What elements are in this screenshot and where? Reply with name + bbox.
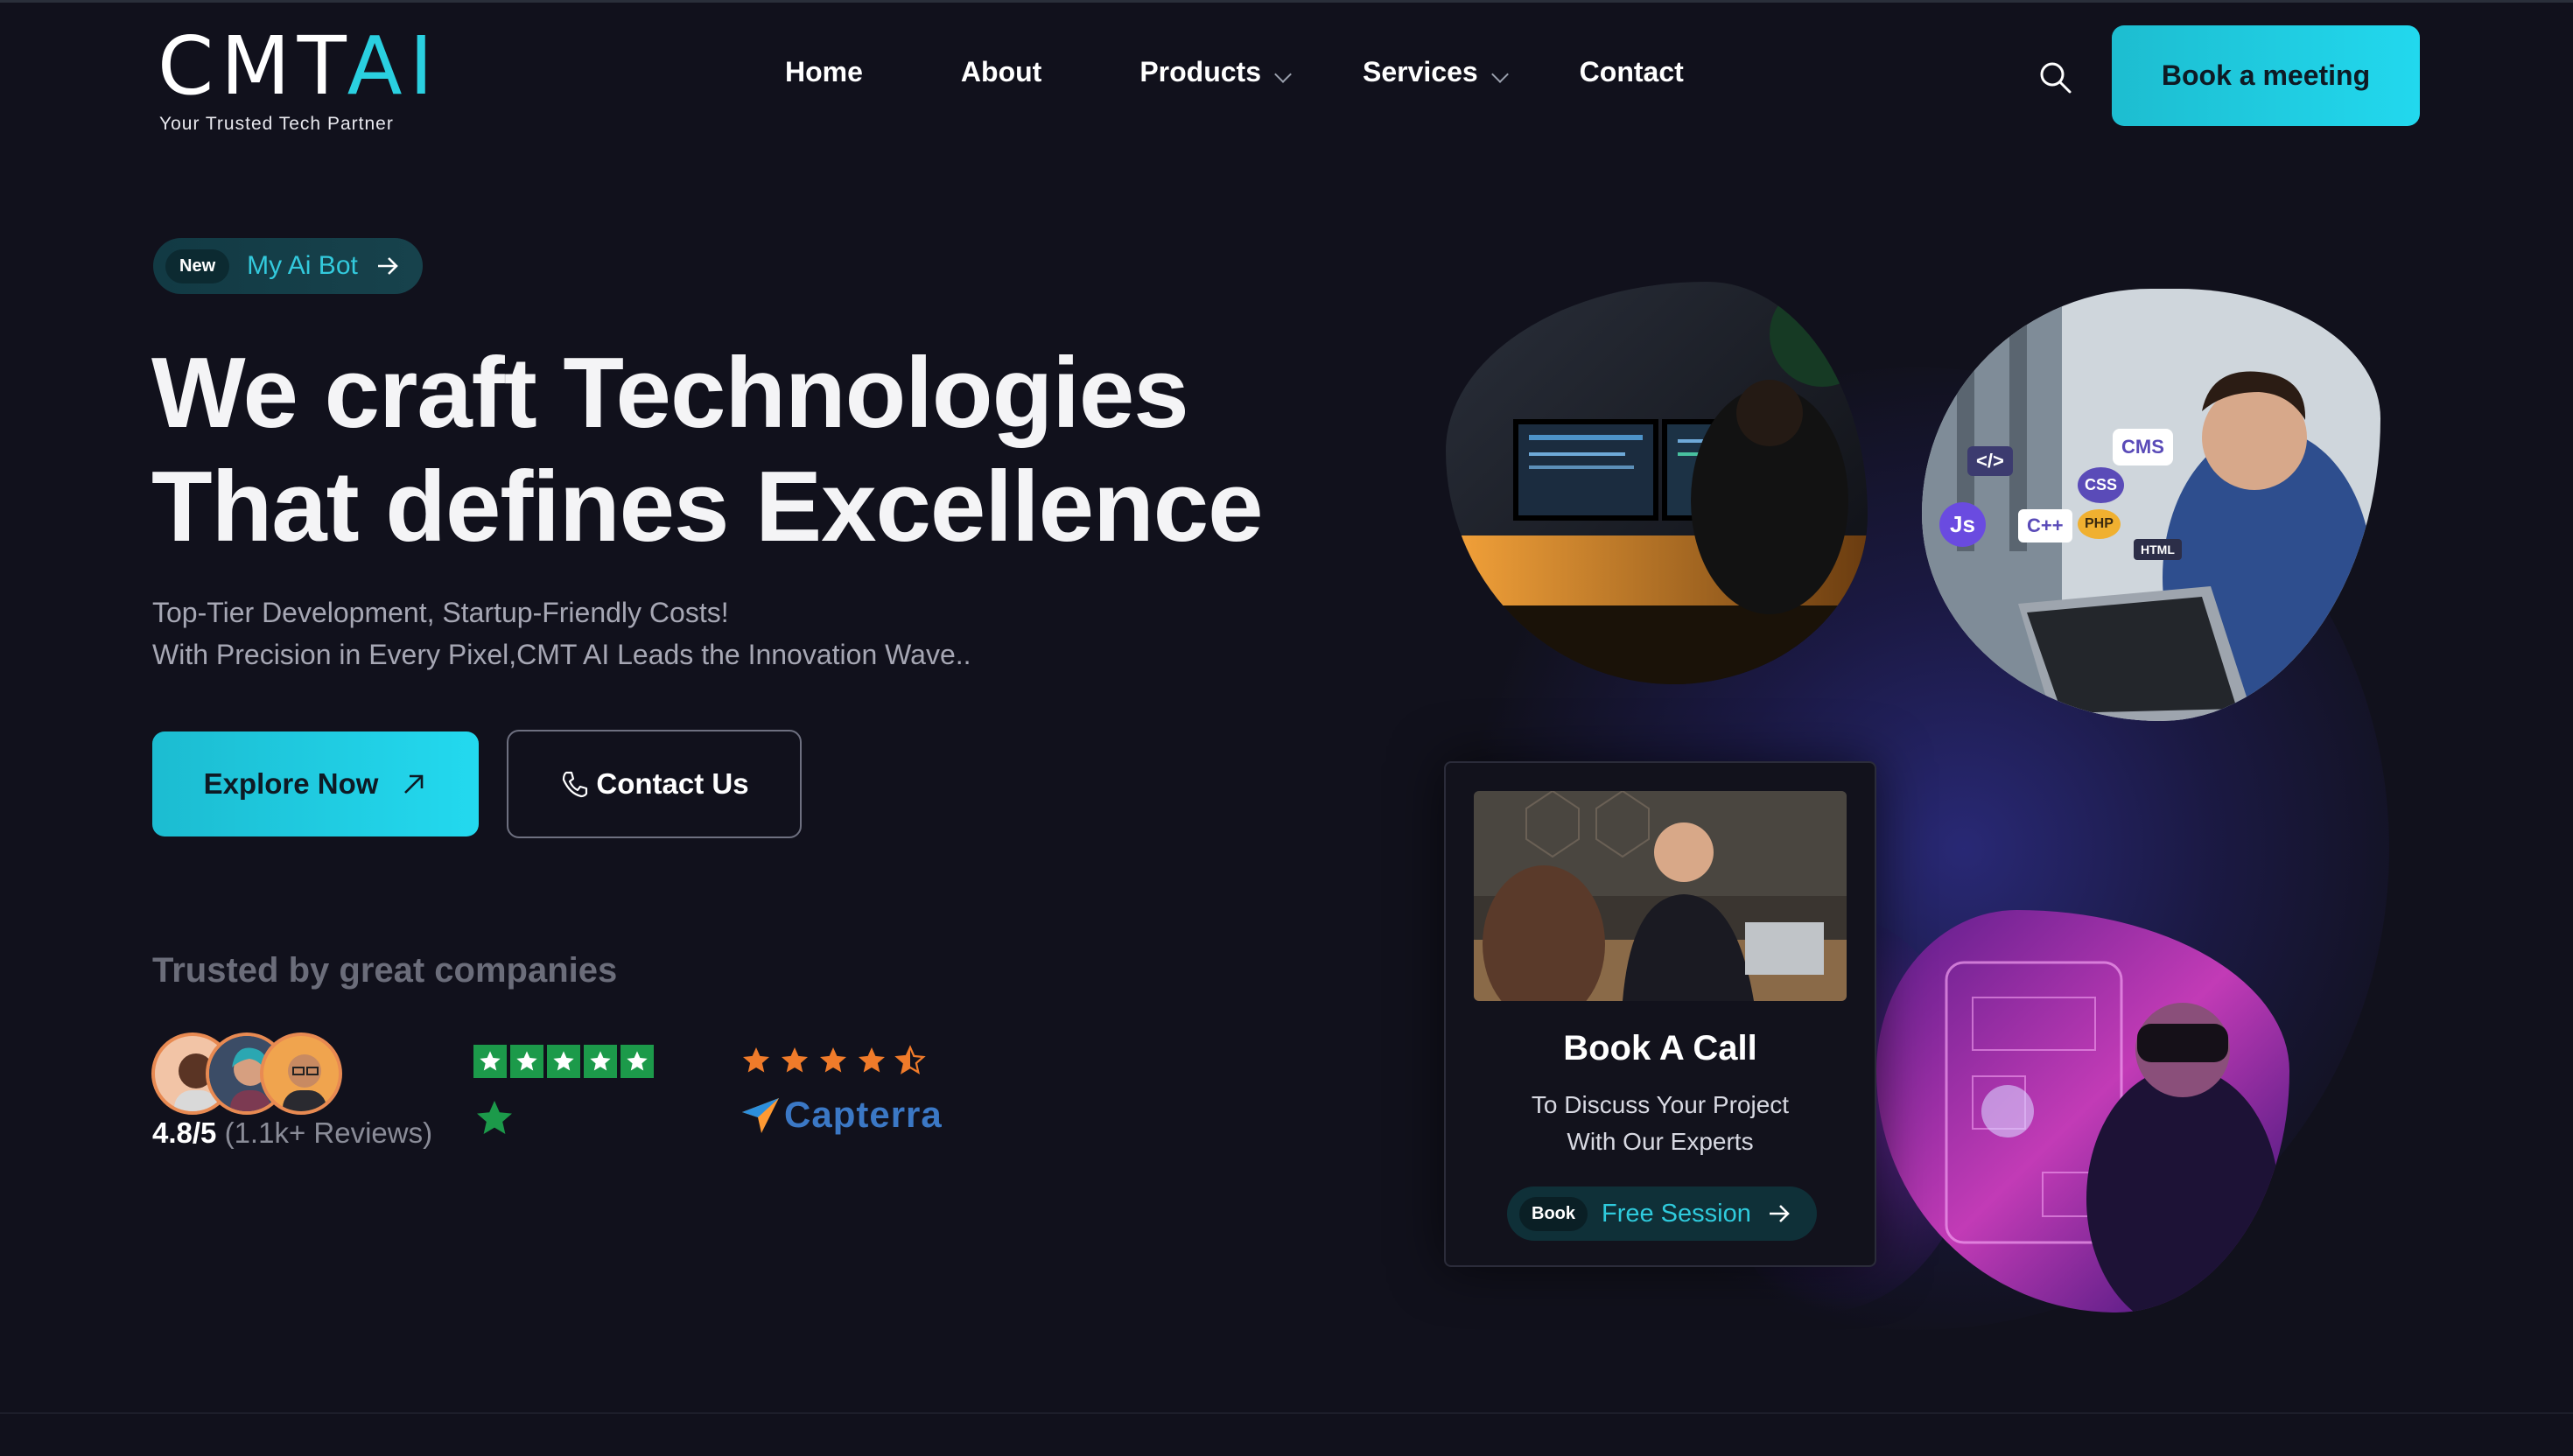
book-meeting-button[interactable]: Book a meeting (2112, 25, 2420, 126)
capterra-logo: Capterra (740, 1094, 943, 1136)
star-icon (782, 1047, 808, 1073)
star-icon (620, 1045, 654, 1078)
free-session-label: Free Session (1602, 1199, 1751, 1228)
capterra-stars (740, 1045, 926, 1076)
code-tag: Js (1939, 502, 1986, 547)
hero-headline: We craft Technologies That defines Excel… (151, 337, 1264, 564)
new-feature-pill[interactable]: New My Ai Bot (153, 238, 423, 294)
rating-reviews: (1.1k+ Reviews) (224, 1116, 433, 1149)
code-tag: </> (1967, 446, 2013, 476)
hero-subtext: Top-Tier Development, Startup-Friendly C… (152, 592, 971, 676)
arrow-right-icon (1769, 1205, 1790, 1222)
trustpilot-stars (473, 1045, 654, 1078)
trusted-heading: Trusted by great companies (152, 951, 618, 990)
nav-contact[interactable]: Contact (1580, 56, 1684, 88)
headline-line-2: That defines Excellence (151, 452, 1264, 563)
chevron-down-icon (1274, 65, 1292, 83)
customer-avatars (151, 1032, 344, 1116)
brand-logo[interactable]: CMTAI Your Trusted Tech Partner (158, 26, 440, 135)
main-nav: Home About Products Services Contact (785, 56, 1684, 88)
subtext-line-2: With Precision in Every Pixel,CMT AI Lea… (152, 639, 971, 670)
consultation-image (1474, 791, 1847, 1001)
explore-label: Explore Now (203, 767, 379, 800)
description-line-1: To Discuss Your Project (1531, 1091, 1790, 1118)
ai-bot-link-label: My Ai Bot (247, 251, 358, 280)
chevron-down-icon (1490, 65, 1509, 83)
star-icon (547, 1045, 580, 1078)
free-session-button[interactable]: Book Free Session (1507, 1186, 1817, 1241)
capterra-name: Capterra (784, 1094, 943, 1135)
star-icon (743, 1047, 769, 1073)
book-badge: Book (1519, 1196, 1588, 1231)
code-tag: C++ (2018, 509, 2072, 542)
nav-products[interactable]: Products (1139, 56, 1292, 88)
nav-services[interactable]: Services (1363, 56, 1509, 88)
phone-icon (563, 771, 588, 798)
arrow-up-right-icon (404, 774, 424, 794)
explore-now-button[interactable]: Explore Now (152, 732, 479, 836)
star-icon (510, 1045, 543, 1078)
contact-label: Contact Us (596, 767, 749, 800)
book-call-card: Book A Call To Discuss Your Project With… (1444, 761, 1876, 1267)
rating-score: 4.8/5 (152, 1116, 217, 1149)
code-tag: CSS (2078, 467, 2125, 503)
section-divider (0, 1412, 2573, 1414)
contact-us-button[interactable]: Contact Us (507, 730, 802, 838)
top-border (0, 0, 2573, 3)
logo-tagline: Your Trusted Tech Partner (159, 114, 394, 134)
arrow-right-icon (377, 257, 398, 275)
star-icon (473, 1045, 507, 1078)
book-call-description: To Discuss Your Project With Our Experts (1446, 1087, 1875, 1160)
search-button[interactable] (2037, 60, 2074, 96)
headline-line-1: We craft Technologies (151, 338, 1189, 449)
new-badge: New (165, 248, 230, 284)
description-line-2: With Our Experts (1567, 1128, 1754, 1155)
code-tag: CMS (2113, 429, 2173, 466)
nav-home[interactable]: Home (785, 56, 863, 88)
trustpilot-logo-icon (473, 1097, 515, 1144)
avatar (260, 1032, 342, 1115)
nav-about[interactable]: About (961, 56, 1041, 88)
star-icon (820, 1047, 846, 1073)
subtext-line-1: Top-Tier Development, Startup-Friendly C… (152, 597, 729, 628)
code-tag: HTML (2134, 539, 2182, 560)
logo-wordmark: CMTAI (158, 19, 440, 113)
star-icon (584, 1045, 617, 1078)
book-call-title: Book A Call (1563, 1029, 1757, 1068)
star-icon (859, 1047, 885, 1073)
capterra-arrow-icon (742, 1098, 779, 1133)
rating-summary: 4.8/5 (1.1k+ Reviews) (152, 1116, 432, 1150)
search-icon (2040, 62, 2072, 94)
code-tag: PHP (2078, 509, 2121, 539)
star-half-icon (894, 1045, 926, 1074)
